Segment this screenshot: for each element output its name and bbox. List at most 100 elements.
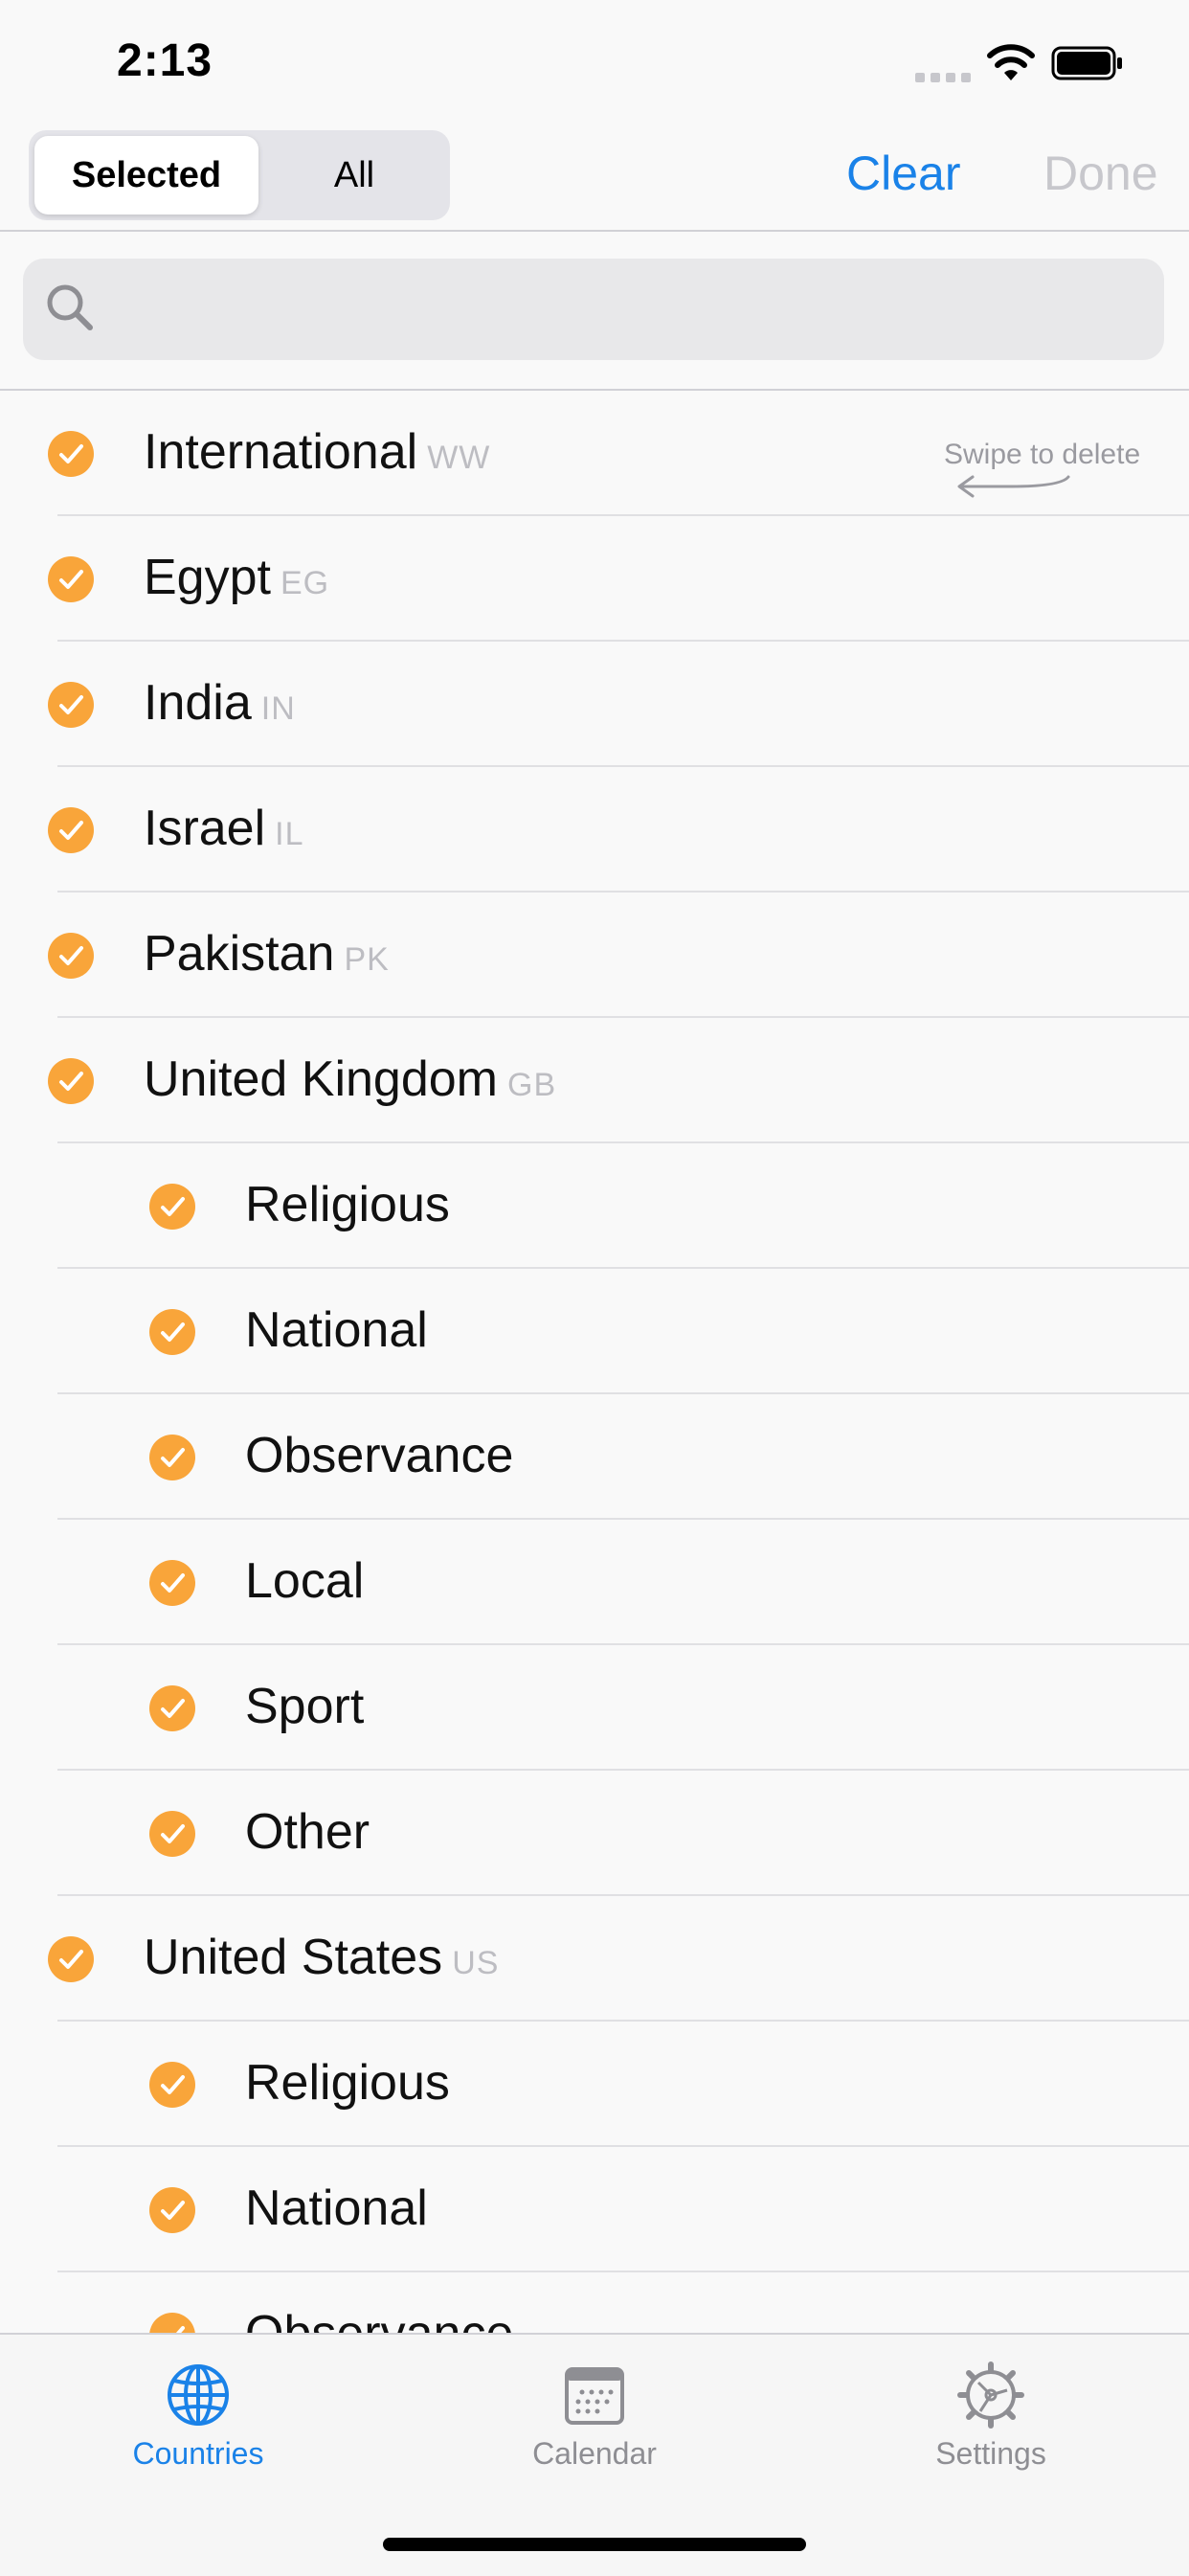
row-label: Religious bbox=[245, 1176, 450, 1233]
checkmark-icon[interactable] bbox=[149, 1435, 195, 1480]
row-name: Sport bbox=[245, 1679, 365, 1734]
clear-button[interactable]: Clear bbox=[846, 146, 960, 201]
row-label: Pakistan PK bbox=[144, 925, 390, 983]
search-input[interactable] bbox=[109, 259, 1147, 362]
country-row[interactable]: Israel IL bbox=[0, 767, 1189, 893]
tab-calendar[interactable]: Calendar bbox=[396, 2335, 793, 2497]
country-row[interactable]: Pakistan PK bbox=[0, 893, 1189, 1018]
country-code: PK bbox=[344, 941, 390, 978]
checkmark-icon[interactable] bbox=[48, 807, 94, 853]
checkmark-icon[interactable] bbox=[149, 1309, 195, 1355]
search-field[interactable] bbox=[23, 259, 1164, 362]
category-row[interactable]: Observance bbox=[0, 1394, 1189, 1520]
row-name: National bbox=[245, 2181, 428, 2236]
swipe-arrow-icon bbox=[957, 475, 1070, 498]
checkmark-icon[interactable] bbox=[48, 1936, 94, 1982]
checkmark-icon[interactable] bbox=[149, 2313, 195, 2333]
row-name: Religious bbox=[245, 2055, 450, 2111]
country-code: US bbox=[452, 1945, 500, 1981]
row-label: Other bbox=[245, 1803, 370, 1861]
checkmark-icon[interactable] bbox=[149, 1560, 195, 1606]
wifi-icon bbox=[987, 44, 1035, 80]
row-label: Israel IL bbox=[144, 800, 304, 857]
row-label: Observance bbox=[245, 2305, 513, 2333]
row-label: United Kingdom GB bbox=[144, 1051, 556, 1108]
tab-settings[interactable]: Settings bbox=[793, 2335, 1189, 2497]
country-row[interactable]: International WW Swipe to delete bbox=[0, 391, 1189, 516]
category-row[interactable]: Religious bbox=[0, 2022, 1189, 2147]
tab-countries[interactable]: Countries bbox=[0, 2335, 396, 2497]
row-name: Israel bbox=[144, 801, 266, 856]
row-label: National bbox=[245, 1301, 428, 1359]
country-code: WW bbox=[427, 440, 491, 476]
checkmark-icon[interactable] bbox=[48, 1058, 94, 1104]
checkmark-icon[interactable] bbox=[149, 2062, 195, 2108]
segment-selected[interactable]: Selected bbox=[34, 136, 258, 215]
gear-icon bbox=[957, 2361, 1024, 2429]
country-row[interactable]: United States US bbox=[0, 1896, 1189, 2022]
checkmark-icon[interactable] bbox=[149, 2187, 195, 2233]
home-indicator bbox=[383, 2538, 806, 2551]
checkmark-icon[interactable] bbox=[149, 1184, 195, 1230]
category-row[interactable]: Sport bbox=[0, 1645, 1189, 1771]
status-time: 2:13 bbox=[117, 35, 213, 86]
category-row[interactable]: National bbox=[0, 1269, 1189, 1394]
search-icon bbox=[47, 284, 93, 330]
tab-label: Countries bbox=[132, 2436, 264, 2471]
row-label: National bbox=[245, 2180, 428, 2237]
row-name: Other bbox=[245, 1804, 370, 1860]
cellular-signal-icon bbox=[915, 69, 973, 82]
checkmark-icon[interactable] bbox=[149, 1811, 195, 1857]
segmented-control: Selected All bbox=[29, 130, 450, 220]
row-name: India bbox=[144, 675, 252, 731]
category-row[interactable]: Local bbox=[0, 1520, 1189, 1645]
country-row[interactable]: Egypt EG bbox=[0, 516, 1189, 642]
swipe-hint: Swipe to delete bbox=[944, 439, 1141, 470]
row-name: United Kingdom bbox=[144, 1051, 498, 1107]
checkmark-icon[interactable] bbox=[149, 1685, 195, 1731]
category-row[interactable]: Other bbox=[0, 1771, 1189, 1896]
row-label: Sport bbox=[245, 1678, 364, 1735]
row-name: National bbox=[245, 1302, 428, 1358]
done-button[interactable]: Done bbox=[1043, 146, 1158, 201]
row-name: Observance bbox=[245, 2306, 513, 2333]
checkmark-icon[interactable] bbox=[48, 682, 94, 728]
row-name: United States bbox=[144, 1930, 443, 1985]
country-code: IL bbox=[275, 816, 304, 852]
row-label: Religious bbox=[245, 2054, 450, 2112]
category-row[interactable]: Religious bbox=[0, 1143, 1189, 1269]
row-label: India IN bbox=[144, 674, 296, 732]
row-label: Egypt EG bbox=[144, 549, 329, 606]
segment-all[interactable]: All bbox=[264, 136, 444, 215]
globe-icon bbox=[168, 2364, 229, 2426]
country-code: EG bbox=[280, 565, 330, 601]
checkmark-icon[interactable] bbox=[48, 431, 94, 477]
battery-icon bbox=[1051, 46, 1122, 80]
row-label: Local bbox=[245, 1552, 364, 1610]
checkmark-icon[interactable] bbox=[48, 556, 94, 602]
country-code: GB bbox=[507, 1067, 557, 1103]
country-list: International WW Swipe to delete Egypt EG Ind… bbox=[0, 391, 1189, 2333]
checkmark-icon[interactable] bbox=[48, 933, 94, 979]
row-name: Observance bbox=[245, 1428, 514, 1483]
tab-bar: Countries Calendar Settings bbox=[0, 2333, 1189, 2576]
row-name: International bbox=[144, 424, 418, 480]
row-label: Observance bbox=[245, 1427, 513, 1484]
row-name: Local bbox=[245, 1553, 365, 1609]
row-name: Religious bbox=[245, 1177, 450, 1232]
row-label: United States US bbox=[144, 1929, 499, 1986]
calendar-icon bbox=[565, 2367, 624, 2425]
tab-label: Calendar bbox=[532, 2436, 657, 2471]
row-label: International WW bbox=[144, 423, 490, 481]
category-row[interactable]: Observance bbox=[0, 2272, 1189, 2333]
status-bar: 2:13 bbox=[0, 0, 1189, 124]
country-code: IN bbox=[260, 690, 296, 727]
row-name: Pakistan bbox=[144, 926, 335, 982]
tab-label: Settings bbox=[935, 2436, 1046, 2471]
country-row[interactable]: United Kingdom GB bbox=[0, 1018, 1189, 1143]
search-bar bbox=[0, 232, 1189, 391]
category-row[interactable]: National bbox=[0, 2147, 1189, 2272]
country-row[interactable]: India IN bbox=[0, 642, 1189, 767]
navigation-bar: Selected All Clear Done bbox=[0, 124, 1189, 232]
row-name: Egypt bbox=[144, 550, 271, 605]
